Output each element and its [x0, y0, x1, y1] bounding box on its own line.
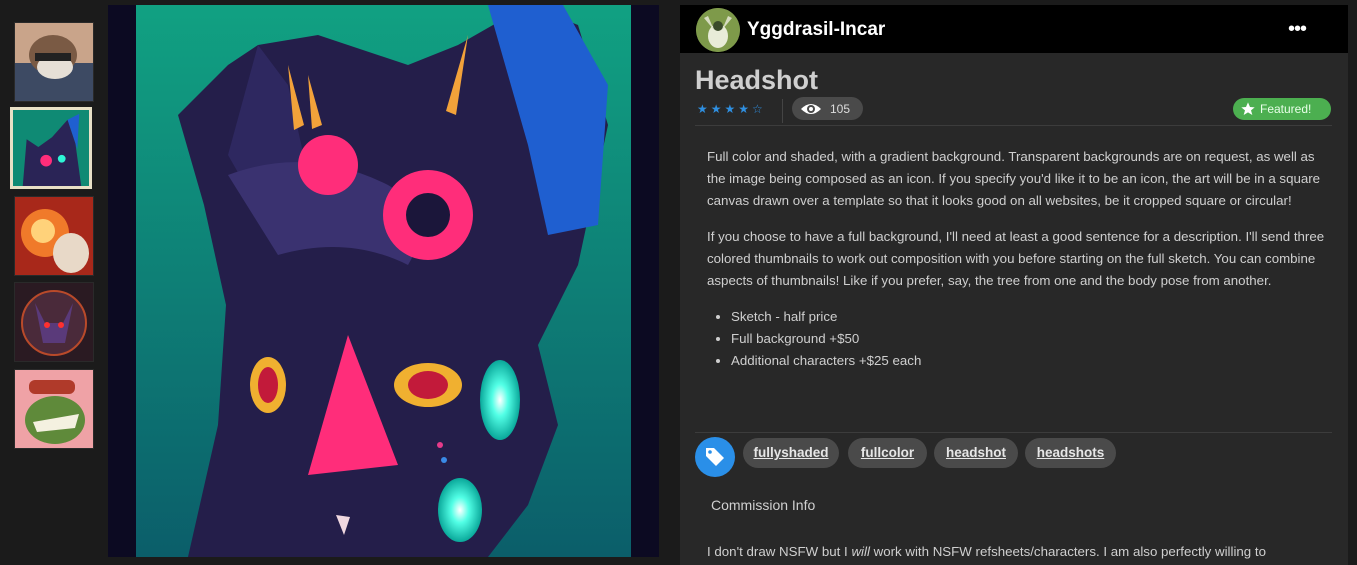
- commission-info-text: I don't draw NSFW but I will work with N…: [707, 544, 1327, 559]
- thumbnail-1[interactable]: [14, 22, 94, 102]
- price-list: Sketch - half price Full background +$50…: [707, 306, 1325, 372]
- user-avatar[interactable]: [696, 8, 740, 52]
- thumbnail-3[interactable]: [14, 196, 94, 276]
- thumbnail-4[interactable]: [14, 282, 94, 362]
- list-item: Additional characters +$25 each: [731, 350, 1325, 372]
- avatar-image: [696, 8, 740, 52]
- view-count: 105: [830, 102, 851, 116]
- tag-headshots[interactable]: headshots: [1025, 438, 1116, 468]
- tag-fullyshaded[interactable]: fullyshaded: [743, 438, 839, 468]
- more-options-icon[interactable]: •••: [1288, 18, 1307, 41]
- description-paragraph: If you choose to have a full background,…: [707, 229, 1325, 288]
- text-emphasis: will: [851, 544, 870, 559]
- thumbnail-1-image: [15, 23, 93, 101]
- commission-info-heading: Commission Info: [711, 497, 816, 513]
- divider: [695, 125, 1332, 126]
- featured-badge[interactable]: Featured!: [1233, 98, 1331, 120]
- submission-panel: Yggdrasil-Incar ••• Headshot ★★★★☆ 105 F…: [680, 5, 1348, 565]
- featured-label: Featured!: [1260, 102, 1312, 116]
- thumbnail-4-image: [15, 283, 93, 361]
- list-item: Full background +$50: [731, 328, 1325, 350]
- tag-fullcolor[interactable]: fullcolor: [848, 438, 927, 468]
- list-item: Sketch - half price: [731, 306, 1325, 328]
- user-header: Yggdrasil-Incar •••: [680, 5, 1348, 53]
- eye-icon: [801, 104, 821, 114]
- tags-icon[interactable]: [695, 437, 735, 477]
- thumbnail-5-image: [15, 370, 93, 448]
- rating-stars-icon: ★★★★☆: [697, 102, 766, 116]
- thumbnail-5[interactable]: [14, 369, 94, 449]
- star-icon: [1241, 102, 1255, 115]
- main-artwork[interactable]: [108, 5, 659, 557]
- thumbnail-strip: [0, 0, 100, 565]
- username-link[interactable]: Yggdrasil-Incar: [747, 19, 885, 41]
- tag-glyph-icon: [706, 448, 724, 466]
- submission-title: Headshot: [695, 65, 819, 95]
- view-count-badge: 105: [792, 97, 863, 120]
- tag-headshot[interactable]: headshot: [934, 438, 1018, 468]
- thumbnail-2-image: [13, 110, 89, 186]
- thumbnail-3-image: [15, 197, 93, 275]
- thumbnail-2[interactable]: [10, 107, 92, 189]
- text-segment: work with NSFW refsheets/characters. I a…: [869, 544, 1266, 559]
- artwork-image: [108, 5, 659, 557]
- text-segment: I don't draw NSFW but I: [707, 544, 852, 559]
- divider: [782, 99, 783, 123]
- divider: [695, 432, 1332, 433]
- description: Full color and shaded, with a gradient b…: [707, 146, 1325, 372]
- description-paragraph: Full color and shaded, with a gradient b…: [707, 149, 1321, 208]
